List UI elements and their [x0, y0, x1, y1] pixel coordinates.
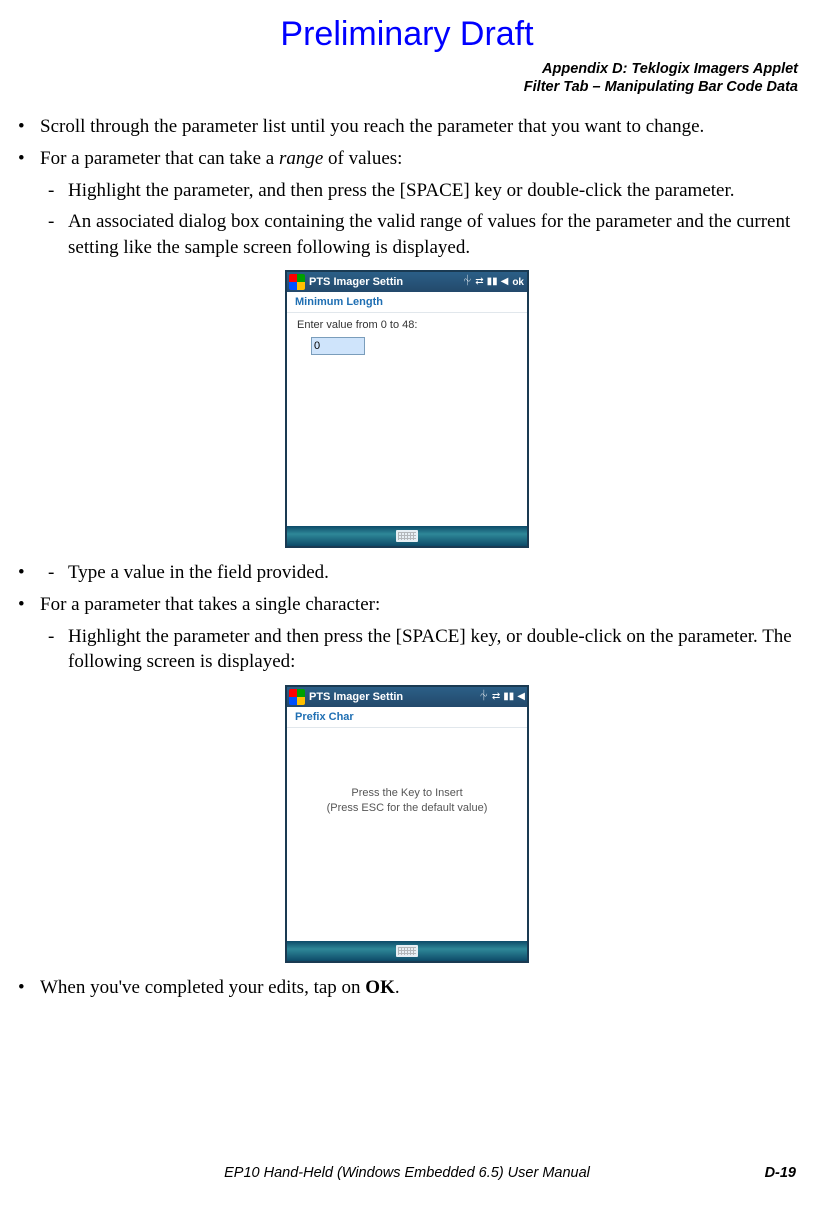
bold-ok: OK [365, 977, 395, 998]
sub-highlight: Highlight the parameter, and then press … [40, 178, 804, 204]
windows-start-icon[interactable] [289, 274, 305, 290]
sublist-range-cont: Type a value in the field provided. [40, 560, 804, 586]
bullet-complete: When you've completed your edits, tap on… [10, 975, 804, 1001]
text-fragment: For a parameter that can take a [40, 148, 279, 169]
header-section: Filter Tab – Manipulating Bar Code Data [10, 78, 798, 96]
instruction-text: Press the Key to Insert (Press ESC for t… [295, 786, 519, 817]
emphasis-range: range [279, 148, 323, 169]
bottom-bar [287, 941, 527, 961]
signal-icon: ⏆ [462, 277, 472, 287]
window-title: PTS Imager Settin [309, 276, 462, 288]
windows-start-icon[interactable] [289, 689, 305, 705]
text-fragment: . [395, 977, 400, 998]
instruction-line1: Press the Key to Insert [295, 786, 519, 801]
bullet-scroll: Scroll through the parameter list until … [10, 114, 804, 140]
prompt-text: Enter value from 0 to 48: [297, 319, 519, 331]
volume-icon: ◀ [501, 277, 509, 287]
system-tray: ⏆ ⇄ ▮▮ ◀ ok [462, 277, 525, 288]
bottom-bar [287, 526, 527, 546]
sync-icon: ⇄ [492, 692, 500, 702]
sublist-range: Highlight the parameter, and then press … [40, 178, 804, 261]
sub-dialog: An associated dialog box containing the … [40, 209, 804, 260]
bullet-range-param: For a parameter that can take a range of… [10, 146, 804, 261]
instruction-list-final: When you've completed your edits, tap on… [10, 975, 804, 1001]
device-frame: PTS Imager Settin ⏆ ⇄ ▮▮ ◀ Prefix Char P… [285, 685, 529, 963]
panel-body: Press the Key to Insert (Press ESC for t… [287, 728, 527, 944]
sublist-single: Highlight the parameter and then press t… [40, 624, 804, 675]
text-fragment: For a parameter that takes a single char… [40, 594, 380, 615]
signal-icon: ⏆ [479, 692, 489, 702]
sub-type-value: Type a value in the field provided. [40, 560, 804, 586]
window-titlebar: PTS Imager Settin ⏆ ⇄ ▮▮ ◀ ok [287, 272, 527, 292]
sub-highlight-single: Highlight the parameter and then press t… [40, 624, 804, 675]
bullet-single-char: For a parameter that takes a single char… [10, 592, 804, 675]
instruction-line2: (Press ESC for the default value) [295, 801, 519, 816]
ok-button[interactable]: ok [511, 277, 525, 288]
window-titlebar: PTS Imager Settin ⏆ ⇄ ▮▮ ◀ [287, 687, 527, 707]
page-footer: EP10 Hand-Held (Windows Embedded 6.5) Us… [0, 1165, 814, 1181]
instruction-list: Scroll through the parameter list until … [10, 114, 804, 260]
keyboard-icon[interactable] [396, 945, 418, 957]
keyboard-icon[interactable] [396, 530, 418, 542]
page-header: Appendix D: Teklogix Imagers Applet Filt… [10, 60, 798, 96]
network-icon: ▮▮ [487, 277, 498, 287]
header-appendix: Appendix D: Teklogix Imagers Applet [10, 60, 798, 78]
value-input[interactable]: 0 [311, 337, 365, 355]
text-fragment: of values: [323, 148, 402, 169]
window-title: PTS Imager Settin [309, 691, 479, 703]
text-fragment: When you've completed your edits, tap on [40, 977, 365, 998]
device-frame: PTS Imager Settin ⏆ ⇄ ▮▮ ◀ ok Minimum Le… [285, 270, 529, 548]
pseudo-continue: Type a value in the field provided. [10, 560, 804, 586]
system-tray: ⏆ ⇄ ▮▮ ◀ [479, 692, 525, 702]
screenshot-minimum-length: PTS Imager Settin ⏆ ⇄ ▮▮ ◀ ok Minimum Le… [10, 270, 804, 548]
sync-icon: ⇄ [475, 277, 483, 287]
volume-icon: ◀ [517, 692, 525, 702]
footer-title: EP10 Hand-Held (Windows Embedded 6.5) Us… [224, 1165, 590, 1181]
page-number: D-19 [765, 1165, 796, 1181]
draft-watermark: Preliminary Draft [10, 15, 804, 54]
instruction-list-cont: Type a value in the field provided. For … [10, 560, 804, 675]
panel-title: Prefix Char [287, 707, 527, 728]
panel-title: Minimum Length [287, 292, 527, 313]
panel-body: Enter value from 0 to 48: 0 [287, 313, 527, 529]
screenshot-prefix-char: PTS Imager Settin ⏆ ⇄ ▮▮ ◀ Prefix Char P… [10, 685, 804, 963]
network-icon: ▮▮ [503, 692, 514, 702]
